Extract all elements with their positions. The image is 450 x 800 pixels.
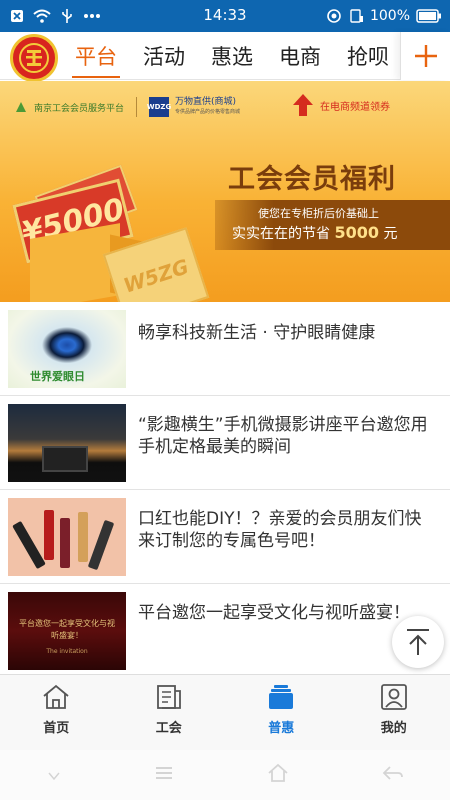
thumb-subcaption: The invitation xyxy=(46,648,88,655)
bottom-tab-label: 工会 xyxy=(155,721,182,736)
add-channel-button[interactable] xyxy=(400,32,450,80)
system-collapse-icon[interactable] xyxy=(47,766,61,785)
banner-separator xyxy=(136,97,138,117)
news-thumbnail-eye: 世界爱眼日 xyxy=(8,310,126,388)
bottom-tab-label: 普惠 xyxy=(268,721,295,736)
union-logo-icon[interactable] xyxy=(10,34,58,82)
promo-banner[interactable]: 南京工会会员服务平台 WDZG 万物直供(商城) 专供品牌产品的价格零售商城 在… xyxy=(0,81,450,302)
news-title: 平台邀您一起享受文化与视听盛宴！ xyxy=(138,603,410,623)
news-thumbnail-city xyxy=(8,404,126,482)
news-list: 世界爱眼日 畅享科技新生活 · 守护眼睛健康 “影趣横生”手机微摄影讲座平台邀您… xyxy=(0,302,450,678)
card-stack-icon xyxy=(269,685,294,709)
battery-icon xyxy=(416,9,441,23)
system-nav-bar xyxy=(0,750,450,800)
top-nav: 平台 活动 惠选 电商 抢呗 xyxy=(0,32,450,82)
status-right-icons: 100% xyxy=(326,6,442,26)
banner-coupon-hint: 在电商频道领券 xyxy=(292,93,390,117)
list-item[interactable]: 口红也能DIY！？亲爱的会员朋友们快来订制您的专属色号吧！ xyxy=(0,490,450,584)
home-icon xyxy=(43,684,69,709)
partner-logo: WDZG xyxy=(147,97,171,117)
tab-platform[interactable]: 平台 xyxy=(62,32,130,80)
sim-icon xyxy=(350,9,363,23)
arrow-up-icon xyxy=(293,94,313,116)
system-menu-icon[interactable] xyxy=(154,765,174,785)
bottom-tab-union[interactable]: 工会 xyxy=(113,675,226,750)
profile-icon xyxy=(380,684,407,710)
location-icon xyxy=(327,9,341,23)
thumb-caption: 世界爱眼日 xyxy=(30,370,85,383)
banner-sub2-suffix: 元 xyxy=(383,226,398,242)
phone-image xyxy=(42,446,88,472)
list-item[interactable]: 平台邀您一起享受文化与视听盛宴！ The invitation 平台邀您一起享受… xyxy=(0,584,450,678)
plus-icon xyxy=(414,45,437,67)
banner-platform-text: 南京工会会员服务平台 xyxy=(34,103,125,114)
tab-activity[interactable]: 活动 xyxy=(130,32,198,80)
tab-flash-sale[interactable]: 抢呗 xyxy=(334,32,402,80)
bottom-tab-label: 我的 xyxy=(380,721,407,736)
coupon-text: 在电商频道领券 xyxy=(320,101,390,113)
channel-tabs: 平台 活动 惠选 电商 抢呗 xyxy=(62,32,402,80)
news-thumbnail-invitation: 平台邀您一起享受文化与视听盛宴！ The invitation xyxy=(8,592,126,670)
news-title: “影趣横生”手机微摄影讲座平台邀您用手机定格最美的瞬间 xyxy=(138,415,428,457)
battery-percent: 100% xyxy=(369,8,410,24)
news-thumbnail-lipstick xyxy=(8,498,126,576)
tab-ecommerce[interactable]: 电商 xyxy=(266,32,334,80)
status-bar: 14:33 100% xyxy=(0,0,450,32)
arrow-up-to-top-icon xyxy=(407,629,429,655)
partner-name: 万物直供(商城) xyxy=(175,97,237,107)
bottom-tab-label: 首页 xyxy=(43,721,70,736)
partner-name-block: 万物直供(商城) 专供品牌产品的价格零售商城 xyxy=(175,97,240,117)
lipstick-image xyxy=(44,510,54,560)
list-item[interactable]: “影趣横生”手机微摄影讲座平台邀您用手机定格最美的瞬间 xyxy=(0,396,450,490)
lipstick-image xyxy=(87,519,115,571)
news-icon xyxy=(156,685,181,709)
tab-selection[interactable]: 惠选 xyxy=(198,32,266,80)
news-title: 畅享科技新生活 · 守护眼睛健康 xyxy=(138,323,376,343)
banner-brand-row: 南京工会会员服务平台 WDZG 万物直供(商城) 专供品牌产品的价格零售商城 xyxy=(14,97,240,117)
system-back-icon[interactable] xyxy=(382,764,404,786)
bottom-tab-profile[interactable]: 我的 xyxy=(338,675,450,750)
bottom-tab-bar: 首页 工会 普惠 我的 xyxy=(0,674,450,750)
banner-sub2-prefix: 实实在在的节省 xyxy=(232,226,330,242)
list-item[interactable]: 世界爱眼日 畅享科技新生活 · 守护眼睛健康 xyxy=(0,302,450,396)
news-title: 口红也能DIY！？亲爱的会员朋友们快来订制您的专属色号吧！ xyxy=(138,509,422,551)
lipstick-image xyxy=(60,518,70,568)
thumb-caption: 平台邀您一起享受文化与视听盛宴！ xyxy=(19,619,115,640)
bottom-tab-benefits[interactable]: 普惠 xyxy=(225,675,338,750)
banner-subtitle-1: 使您在专柜折后价基础上 xyxy=(258,207,379,220)
lipstick-image xyxy=(78,512,88,562)
system-home-icon[interactable] xyxy=(267,763,289,787)
lipstick-image xyxy=(12,520,46,570)
banner-subtitle-2: 实实在在的节省 5000 元 xyxy=(232,223,397,243)
partner-tagline: 专供品牌产品的价格零售商城 xyxy=(175,109,241,115)
union-mini-logo-icon xyxy=(16,102,26,112)
back-to-top-button[interactable] xyxy=(392,616,444,668)
banner-title: 工会会员福利 xyxy=(228,164,396,195)
bottom-tab-home[interactable]: 首页 xyxy=(0,675,113,750)
banner-sub2-amount: 5000 xyxy=(334,223,379,242)
